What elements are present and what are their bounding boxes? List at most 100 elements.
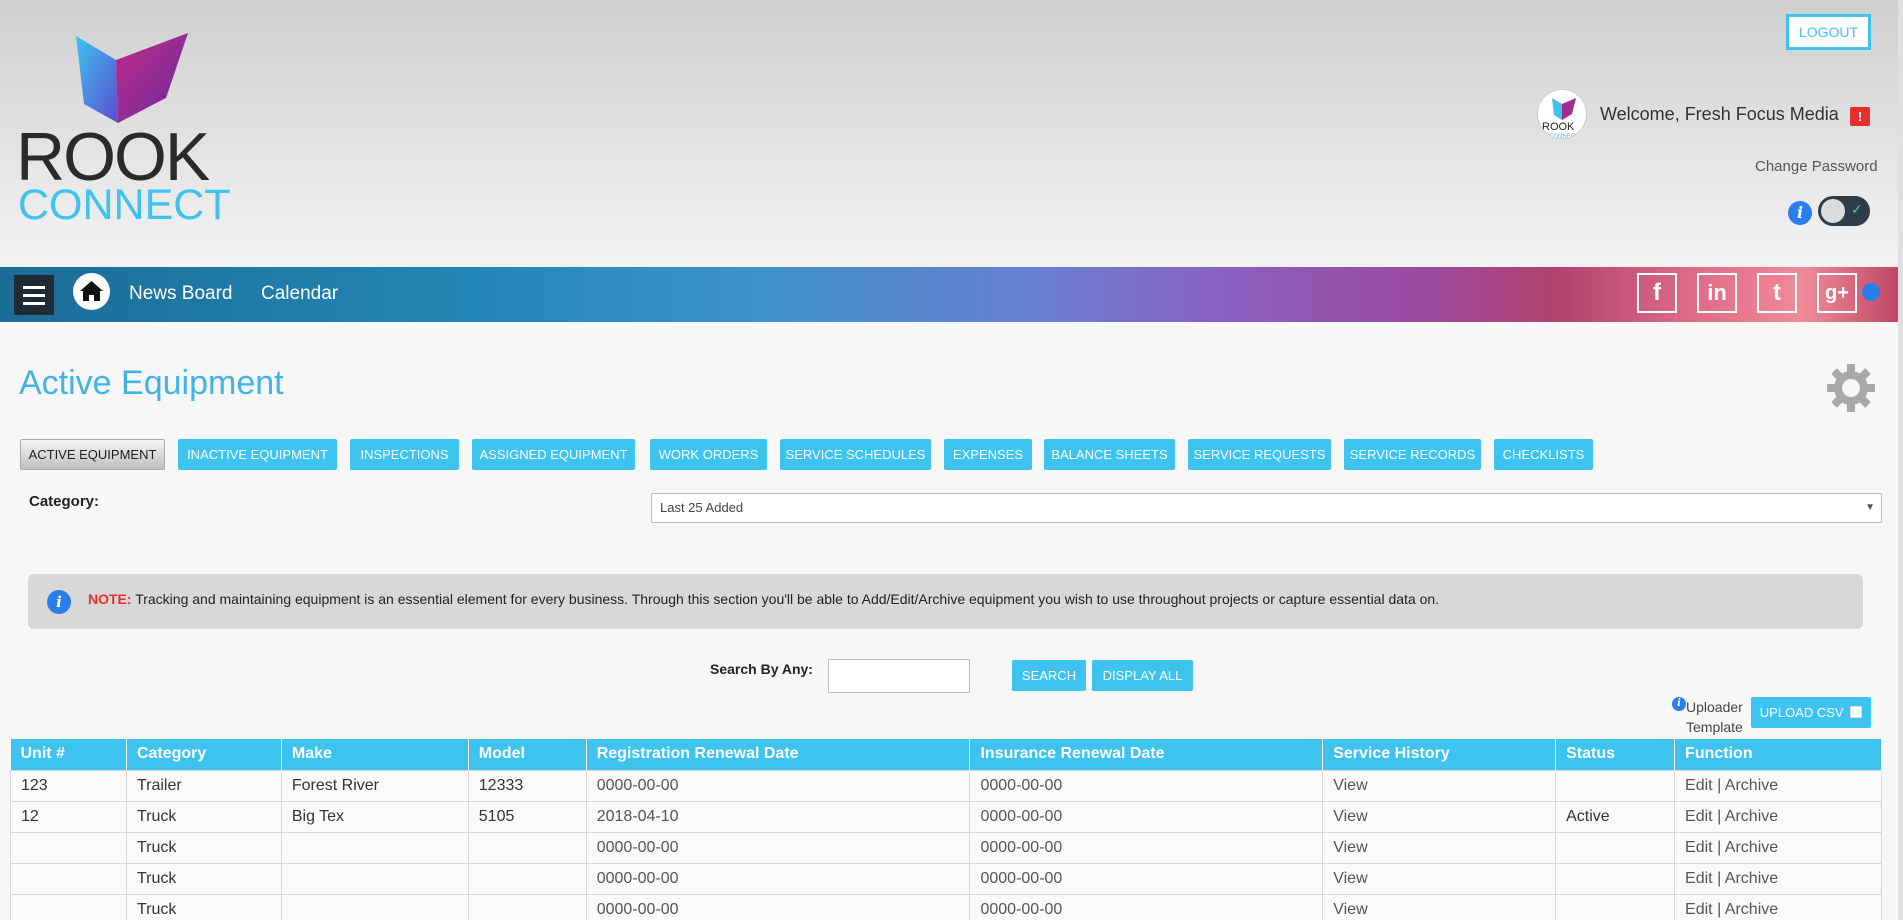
- archive-link[interactable]: Archive: [1725, 777, 1778, 794]
- svg-text:ROOK: ROOK: [1542, 121, 1575, 133]
- search-button[interactable]: SEARCH: [1012, 660, 1086, 691]
- archive-link[interactable]: Archive: [1725, 870, 1778, 887]
- cell-function: Edit | Archive: [1674, 800, 1882, 833]
- separator: |: [1717, 869, 1722, 887]
- col-category[interactable]: Category: [126, 739, 282, 770]
- cell-registration: 0000-00-00: [585, 831, 971, 864]
- archive-link[interactable]: Archive: [1725, 901, 1778, 918]
- facebook-icon[interactable]: f: [1637, 273, 1677, 313]
- col-registration[interactable]: Registration Renewal Date: [586, 739, 971, 770]
- tab-service-schedules[interactable]: SERVICE SCHEDULES: [780, 439, 931, 470]
- header: ROOK CONNECT LOGOUT ROOK CONNECT Welcome…: [0, 0, 1898, 267]
- cell-make: Forest River: [280, 769, 469, 802]
- avatar-logo-icon: ROOK CONNECT: [1542, 98, 1579, 139]
- tab-inspections[interactable]: INSPECTIONS: [350, 439, 459, 470]
- cell-status: [1555, 831, 1676, 864]
- cell-registration: 0000-00-00: [585, 893, 971, 920]
- col-insurance[interactable]: Insurance Renewal Date: [969, 739, 1324, 770]
- col-make[interactable]: Make: [281, 739, 469, 770]
- alert-icon[interactable]: !: [1850, 107, 1870, 126]
- edit-link[interactable]: Edit: [1685, 808, 1713, 825]
- col-model[interactable]: Model: [468, 739, 587, 770]
- svg-text:CONNECT: CONNECT: [1549, 134, 1579, 139]
- category-label: Category:: [29, 493, 100, 510]
- cell-unit: [10, 893, 127, 920]
- archive-link[interactable]: Archive: [1725, 839, 1778, 856]
- tab-inactive-equipment[interactable]: INACTIVE EQUIPMENT: [178, 439, 337, 470]
- view-history-link[interactable]: View: [1322, 800, 1557, 833]
- separator: |: [1717, 838, 1722, 856]
- googleplus-icon[interactable]: g+: [1817, 273, 1857, 313]
- archive-link[interactable]: Archive: [1725, 808, 1778, 825]
- cell-category: Trailer: [125, 769, 282, 802]
- linkedin-icon[interactable]: in: [1697, 273, 1737, 313]
- logo-mark-icon: [76, 33, 188, 123]
- change-password-link[interactable]: Change Password: [1755, 158, 1878, 175]
- upload-csv-button[interactable]: UPLOAD CSV: [1751, 697, 1871, 728]
- toggle-knob: [1821, 199, 1845, 223]
- rook-connect-logo[interactable]: ROOK CONNECT: [16, 28, 231, 228]
- edit-link[interactable]: Edit: [1685, 839, 1713, 856]
- edit-link[interactable]: Edit: [1685, 901, 1713, 918]
- tab-active-equipment[interactable]: ACTIVE EQUIPMENT: [20, 439, 165, 470]
- tab-service-records[interactable]: SERVICE RECORDS: [1344, 439, 1481, 470]
- cell-insurance: 0000-00-00: [969, 862, 1324, 895]
- note-text: NOTE: Tracking and maintaining equipment…: [88, 591, 1439, 607]
- table-row: Truck 0000-00-00 0000-00-00 View Edit | …: [10, 862, 1882, 895]
- display-all-button[interactable]: DISPLAY ALL: [1092, 660, 1193, 691]
- check-icon: ✓: [1851, 201, 1863, 217]
- info-icon[interactable]: i: [1672, 697, 1686, 711]
- col-unit[interactable]: Unit #: [10, 739, 127, 770]
- view-history-link[interactable]: View: [1322, 831, 1557, 864]
- tab-balance-sheets[interactable]: BALANCE SHEETS: [1044, 439, 1175, 470]
- separator: |: [1717, 776, 1722, 794]
- nav-news-board[interactable]: News Board: [129, 283, 233, 305]
- uploader-text-line2: Template: [1686, 719, 1743, 735]
- scrollbar[interactable]: [1898, 0, 1903, 920]
- cell-model: [467, 893, 587, 920]
- cell-unit: 12: [10, 800, 127, 833]
- tab-work-orders[interactable]: WORK ORDERS: [650, 439, 767, 470]
- home-icon[interactable]: [73, 273, 110, 310]
- search-input[interactable]: [828, 659, 970, 693]
- col-status[interactable]: Status: [1555, 739, 1676, 770]
- welcome-text: Welcome, Fresh Focus Media: [1600, 104, 1839, 124]
- cell-unit: 123: [10, 769, 127, 802]
- blue-dot-icon[interactable]: [1862, 283, 1880, 301]
- mode-toggle[interactable]: ✓: [1818, 196, 1870, 226]
- separator: |: [1717, 900, 1722, 918]
- tab-checklists[interactable]: CHECKLISTS: [1494, 439, 1593, 470]
- view-history-link[interactable]: View: [1322, 769, 1557, 802]
- info-icon[interactable]: i: [1788, 201, 1812, 225]
- menu-icon[interactable]: [14, 275, 54, 315]
- category-select[interactable]: Last 25 Added ▼: [651, 493, 1882, 523]
- equipment-table: Unit # Category Make Model Registration …: [10, 739, 1882, 920]
- col-function[interactable]: Function: [1674, 739, 1882, 770]
- cell-registration: 2018-04-10: [585, 800, 971, 833]
- col-service-history[interactable]: Service History: [1322, 739, 1557, 770]
- twitter-icon[interactable]: t: [1757, 273, 1797, 313]
- tab-expenses[interactable]: EXPENSES: [944, 439, 1032, 470]
- edit-link[interactable]: Edit: [1685, 870, 1713, 887]
- nav-calendar[interactable]: Calendar: [261, 283, 338, 305]
- logout-button[interactable]: LOGOUT: [1786, 14, 1871, 50]
- nav-bar: News Board Calendar f in t g+: [0, 267, 1898, 322]
- view-history-link[interactable]: View: [1322, 862, 1557, 895]
- logo-text-connect: CONNECT: [18, 181, 231, 229]
- uploader-template-link[interactable]: Uploader Template: [1686, 697, 1743, 737]
- tab-assigned-equipment[interactable]: ASSIGNED EQUIPMENT: [472, 439, 635, 470]
- cell-category: Truck: [125, 893, 282, 920]
- table-row: Truck 0000-00-00 0000-00-00 View Edit | …: [10, 893, 1882, 920]
- cell-model: [467, 831, 587, 864]
- cell-status: [1555, 893, 1676, 920]
- settings-gear-icon[interactable]: [1825, 362, 1877, 414]
- note-label: NOTE:: [88, 591, 132, 607]
- cell-registration: 0000-00-00: [585, 862, 971, 895]
- edit-link[interactable]: Edit: [1685, 777, 1713, 794]
- cell-insurance: 0000-00-00: [969, 893, 1324, 920]
- table-header-row: Unit # Category Make Model Registration …: [10, 739, 1882, 770]
- tab-service-requests[interactable]: SERVICE REQUESTS: [1188, 439, 1331, 470]
- view-history-link[interactable]: View: [1322, 893, 1557, 920]
- table-row: 123 Trailer Forest River 12333 0000-00-0…: [10, 769, 1882, 802]
- avatar[interactable]: ROOK CONNECT: [1537, 89, 1587, 139]
